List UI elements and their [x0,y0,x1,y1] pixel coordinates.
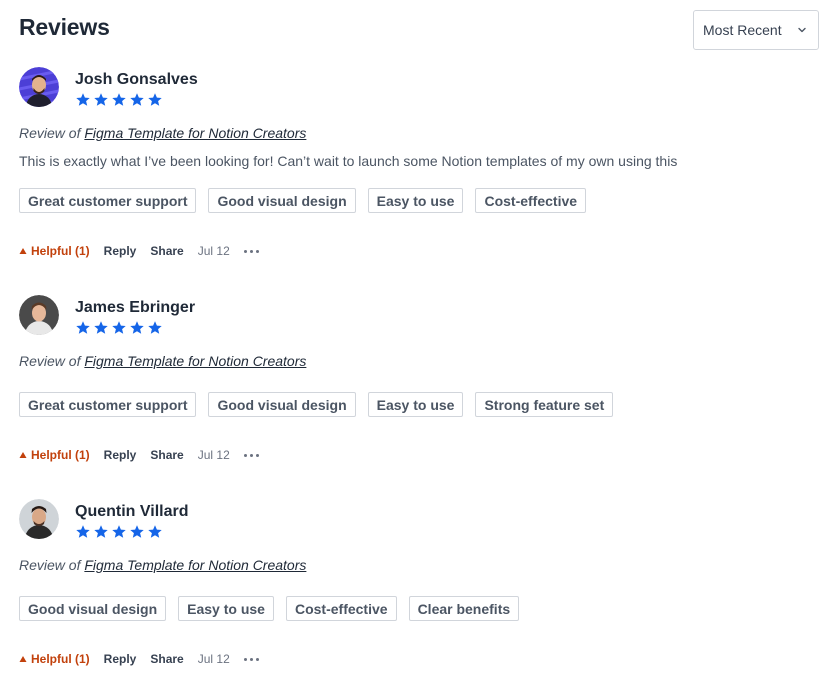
more-options-icon[interactable] [243,249,259,253]
review-date: Jul 12 [197,448,230,462]
tag: Easy to use [367,188,464,213]
share-button[interactable]: Share [150,244,183,258]
review-actions: Helpful (1) Reply Share Jul 12 [19,652,273,666]
star-icon [94,93,108,106]
tag: Good visual design [208,188,356,213]
page-title: Reviews [19,14,110,40]
review-of-prefix: Review of [19,557,81,573]
star-icon [76,93,90,106]
review-of-line: Review of Figma Template for Notion Crea… [19,125,306,141]
product-link[interactable]: Figma Template for Notion Creators [84,125,306,141]
tag: Great customer support [19,188,197,213]
reviews-header: Reviews Most Recent [19,10,819,52]
star-icon [76,321,90,334]
star-rating [75,92,163,108]
reviewer-name[interactable]: Josh Gonsalves [75,71,198,89]
review-of-line: Review of Figma Template for Notion Crea… [19,557,306,573]
review-of-prefix: Review of [19,353,81,369]
sort-dropdown[interactable]: Most Recent [693,10,819,50]
tag-list: Great customer support Good visual desig… [19,188,587,213]
review-date: Jul 12 [197,244,230,258]
helpful-button[interactable]: Helpful (1) [19,448,90,462]
review-actions: Helpful (1) Reply Share Jul 12 [19,244,273,258]
tag: Cost-effective [475,188,587,213]
avatar[interactable] [19,499,59,539]
tag: Strong feature set [475,392,614,417]
tag: Good visual design [19,596,167,621]
star-icon [148,321,162,334]
star-icon [112,525,126,538]
more-options-icon[interactable] [243,453,259,457]
star-icon [94,525,108,538]
star-icon [148,525,162,538]
star-icon [112,321,126,334]
star-icon [94,321,108,334]
tag-list: Great customer support Good visual desig… [19,392,614,417]
tag: Good visual design [208,392,356,417]
tag: Clear benefits [408,596,520,621]
reviewer-name[interactable]: James Ebringer [75,299,195,317]
review-body: This is exactly what I’ve been looking f… [19,153,678,169]
tag-list: Good visual design Easy to use Cost-effe… [19,596,520,621]
helpful-button[interactable]: Helpful (1) [19,652,90,666]
tag: Easy to use [178,596,274,621]
tag: Easy to use [367,392,464,417]
star-rating [75,524,163,540]
star-icon [130,321,144,334]
tag: Great customer support [19,392,197,417]
tag: Cost-effective [285,596,397,621]
star-icon [148,93,162,106]
helpful-label: Helpful (1) [31,652,90,666]
sort-label: Most Recent [703,22,782,38]
reply-button[interactable]: Reply [104,652,137,666]
star-icon [112,93,126,106]
reviewer-name[interactable]: Quentin Villard [75,503,189,521]
share-button[interactable]: Share [150,448,183,462]
upvote-triangle-icon [19,248,27,254]
helpful-label: Helpful (1) [31,244,90,258]
upvote-triangle-icon [19,656,27,662]
review-of-line: Review of Figma Template for Notion Crea… [19,353,306,369]
star-icon [76,525,90,538]
product-link[interactable]: Figma Template for Notion Creators [84,557,306,573]
chevron-down-icon [798,27,806,33]
helpful-button[interactable]: Helpful (1) [19,244,90,258]
avatar[interactable] [19,67,59,107]
star-icon [130,93,144,106]
more-options-icon[interactable] [243,657,259,661]
star-rating [75,320,163,336]
reply-button[interactable]: Reply [104,448,137,462]
product-link[interactable]: Figma Template for Notion Creators [84,353,306,369]
share-button[interactable]: Share [150,652,183,666]
avatar[interactable] [19,295,59,335]
review-of-prefix: Review of [19,125,81,141]
helpful-label: Helpful (1) [31,448,90,462]
review-date: Jul 12 [197,652,230,666]
upvote-triangle-icon [19,452,27,458]
review-actions: Helpful (1) Reply Share Jul 12 [19,448,273,462]
star-icon [130,525,144,538]
reply-button[interactable]: Reply [104,244,137,258]
